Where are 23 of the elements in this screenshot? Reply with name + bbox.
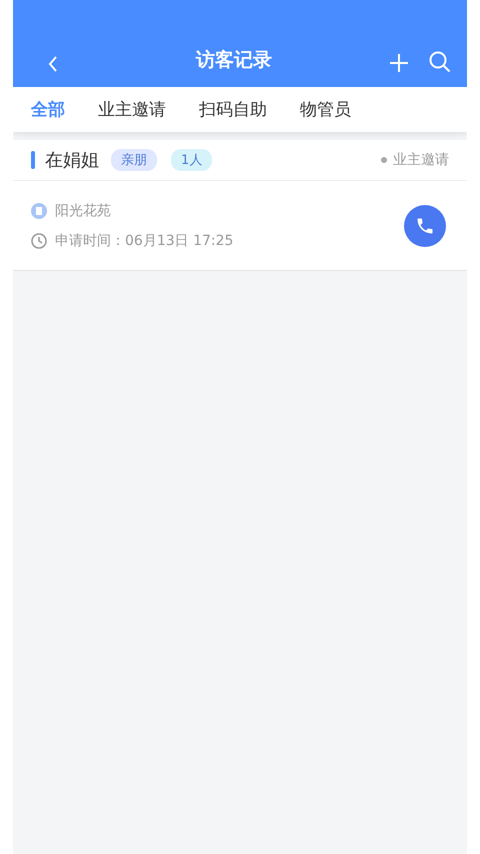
accent-bar (31, 151, 35, 169)
filter-tab[interactable]: 物管员 (300, 98, 351, 121)
call-button[interactable] (404, 204, 446, 246)
search-button[interactable] (429, 51, 451, 73)
plus-icon (389, 53, 409, 73)
clock-icon (31, 232, 47, 248)
filter-tab[interactable]: 扫码自助 (199, 98, 267, 121)
visitor-tag: 亲朋 (111, 149, 157, 171)
building-icon (31, 202, 47, 218)
phone-icon (415, 216, 435, 236)
status-dot (381, 157, 387, 163)
visit-source: 业主邀请 (393, 151, 449, 169)
page-title: 访客记录 (194, 48, 273, 73)
back-button[interactable] (47, 55, 59, 73)
apply-time: 申请时间：06月13日 17:25 (55, 232, 234, 250)
visitor-name: 在娟姐 (45, 149, 99, 172)
search-icon (429, 51, 451, 73)
community-name: 阳光花苑 (55, 202, 111, 220)
back-icon (47, 55, 59, 73)
add-button[interactable] (389, 53, 409, 73)
visit-card[interactable]: 在娟姐 亲朋 1人 业主邀请 阳光花苑 申请时间：06月13日 17:25 (13, 140, 467, 271)
filter-tab[interactable]: 业主邀请 (98, 98, 166, 121)
visitor-tag: 1人 (171, 149, 212, 171)
